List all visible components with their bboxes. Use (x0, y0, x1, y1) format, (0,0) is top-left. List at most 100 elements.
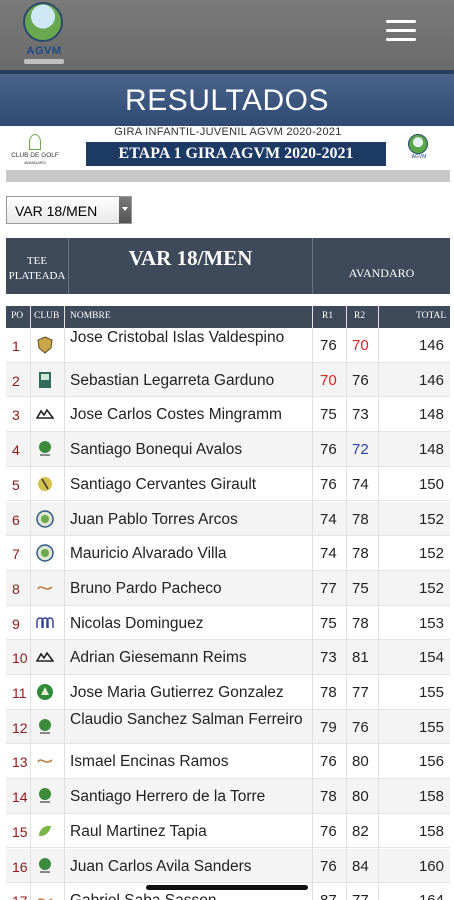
tournament-title: ETAPA 1 GIRA AGVM 2020-2021 (86, 142, 386, 166)
row-position: 6 (12, 511, 20, 528)
club-leaf-icon (36, 822, 56, 840)
club-script-icon (36, 891, 56, 900)
club-shield-icon (36, 371, 56, 389)
total-score: 153 (418, 614, 444, 632)
round-1-score: 75 (320, 406, 337, 424)
row-position: 2 (12, 372, 20, 389)
player-name[interactable]: Jose Carlos Costes Mingramm (70, 406, 314, 424)
table-row[interactable]: 12 Claudio Sanchez Salman Ferreiro 79 76 155 (6, 709, 450, 745)
row-position: 9 (12, 615, 20, 632)
player-name[interactable]: Raul Martinez Tapia (70, 823, 314, 841)
round-1-score: 76 (320, 822, 337, 840)
col-r1: R1 (322, 311, 334, 321)
player-name[interactable]: Juan Carlos Avila Sanders (70, 858, 314, 876)
table-row[interactable]: 5 Santiago Cervantes Girault 76 74 150 (6, 466, 450, 502)
category-header: TEE PLATEADA VAR 18/MEN AVANDARO (6, 238, 450, 294)
club-mountain-icon (36, 405, 56, 423)
table-row[interactable]: 2 Sebastian Legarreta Garduno 70 76 146 (6, 362, 450, 398)
row-position: 1 (12, 338, 20, 354)
round-1-score: 78 (320, 684, 337, 701)
tournament-subtitle: GIRA INFANTIL-JUVENIL AGVM 2020-2021 (114, 126, 342, 138)
row-position: 8 (12, 580, 20, 597)
table-row[interactable]: 6 Juan Pablo Torres Arcos 74 78 152 (6, 501, 450, 537)
total-score: 152 (418, 579, 444, 597)
round-2-score: 74 (352, 475, 369, 493)
player-name[interactable]: Gabriel Saba Sasson (70, 892, 314, 900)
hamburger-menu-icon[interactable] (386, 20, 416, 44)
player-name[interactable]: Mauricio Alvarado Villa (70, 545, 314, 563)
club-logo-sub: AVANDARO (24, 160, 46, 165)
table-row[interactable]: 7 Mauricio Alvarado Villa 74 78 152 (6, 536, 450, 571)
row-position: 14 (12, 789, 28, 806)
round-2-score: 73 (352, 406, 369, 424)
total-score: 150 (418, 475, 444, 493)
table-row[interactable]: 1 Jose Cristobal Islas Valdespino 76 70 146 (6, 328, 450, 363)
agvm-logo-text: AGVM (411, 154, 427, 160)
round-1-score: 73 (320, 649, 337, 667)
player-name[interactable]: Santiago Cervantes Girault (70, 476, 314, 494)
table-row[interactable]: 8 Bruno Pardo Pacheco 77 75 152 (6, 570, 450, 606)
club-mountain-icon (36, 648, 56, 666)
table-row[interactable]: 3 Jose Carlos Costes Mingramm 75 73 148 (6, 397, 450, 433)
col-total: TOTAL (416, 311, 447, 321)
round-2-score: 84 (352, 857, 369, 875)
agvm-emblem-icon (408, 134, 428, 154)
round-2-score: 76 (352, 718, 369, 736)
round-2-score: 82 (352, 822, 369, 840)
total-score: 160 (418, 857, 444, 875)
player-name[interactable]: Claudio Sanchez Salman Ferreiro (70, 711, 314, 728)
page-banner: RESULTADOS (0, 70, 454, 126)
row-position: 5 (12, 476, 20, 493)
round-2-score: 70 (352, 337, 369, 354)
agvm-small-logo: AGVM (408, 134, 430, 166)
player-name[interactable]: Juan Pablo Torres Arcos (70, 511, 314, 529)
player-name[interactable]: Sebastian Legarreta Garduno (70, 372, 314, 390)
home-indicator[interactable] (146, 885, 308, 890)
table-row[interactable]: 10 Adrian Giesemann Reims 73 81 154 (6, 640, 450, 675)
player-name[interactable]: Santiago Herrero de la Torre (70, 788, 314, 806)
round-2-score: 81 (352, 649, 369, 667)
venue-name: AVANDARO (348, 266, 415, 280)
player-name[interactable]: Bruno Pardo Pacheco (70, 580, 314, 598)
logo-underline (24, 59, 64, 64)
divider-strip (6, 170, 450, 182)
player-name[interactable]: Santiago Bonequi Avalos (70, 441, 314, 459)
table-row[interactable]: 11 Jose Maria Gutierrez Gonzalez 78 77 155 (6, 675, 450, 710)
category-select[interactable]: VAR 18/MEN (6, 196, 132, 224)
round-1-score: 75 (320, 614, 337, 632)
player-name[interactable]: Adrian Giesemann Reims (70, 649, 314, 667)
player-name[interactable]: Nicolas Dominguez (70, 615, 314, 633)
table-row[interactable]: 16 Juan Carlos Avila Sanders 76 84 160 (6, 848, 450, 884)
club-tree-icon (36, 787, 56, 805)
table-row[interactable]: 4 Santiago Bonequi Avalos 76 72 148 (6, 432, 450, 467)
tee-title: TEE (26, 255, 48, 267)
table-row[interactable]: 15 Raul Martinez Tapia 76 82 158 (6, 813, 450, 849)
agvm-logo[interactable]: AGVM (18, 2, 70, 68)
total-score: 148 (418, 406, 444, 424)
club-tree-icon (36, 440, 56, 458)
row-position: 12 (12, 719, 28, 736)
player-name[interactable]: Jose Cristobal Islas Valdespino (70, 330, 314, 346)
round-2-score: 80 (352, 788, 369, 806)
total-score: 164 (419, 892, 444, 900)
club-tree-icon (36, 857, 56, 875)
table-row[interactable]: 13 Ismael Encinas Ramos 76 80 156 (6, 744, 450, 780)
table-row[interactable]: 9 Nicolas Dominguez 75 78 153 (6, 605, 450, 641)
category-select-value: VAR 18/MEN (15, 203, 98, 219)
table-row[interactable]: 14 Santiago Herrero de la Torre 78 80 158 (6, 779, 450, 814)
club-script-icon (36, 579, 56, 597)
total-score: 158 (418, 788, 444, 806)
row-position: 4 (12, 442, 20, 459)
total-score: 146 (418, 371, 444, 389)
total-score: 155 (418, 684, 444, 701)
club-round-icon (36, 544, 56, 562)
col-r2: R2 (354, 311, 366, 321)
player-name[interactable]: Ismael Encinas Ramos (70, 753, 314, 771)
club-crest-icon (36, 336, 56, 354)
row-position: 7 (12, 546, 20, 563)
logo-emblem-icon (23, 2, 63, 42)
round-1-score: 74 (320, 510, 337, 528)
player-name[interactable]: Jose Maria Gutierrez Gonzalez (70, 684, 314, 702)
total-score: 154 (418, 649, 444, 667)
page-title: RESULTADOS (125, 84, 329, 117)
